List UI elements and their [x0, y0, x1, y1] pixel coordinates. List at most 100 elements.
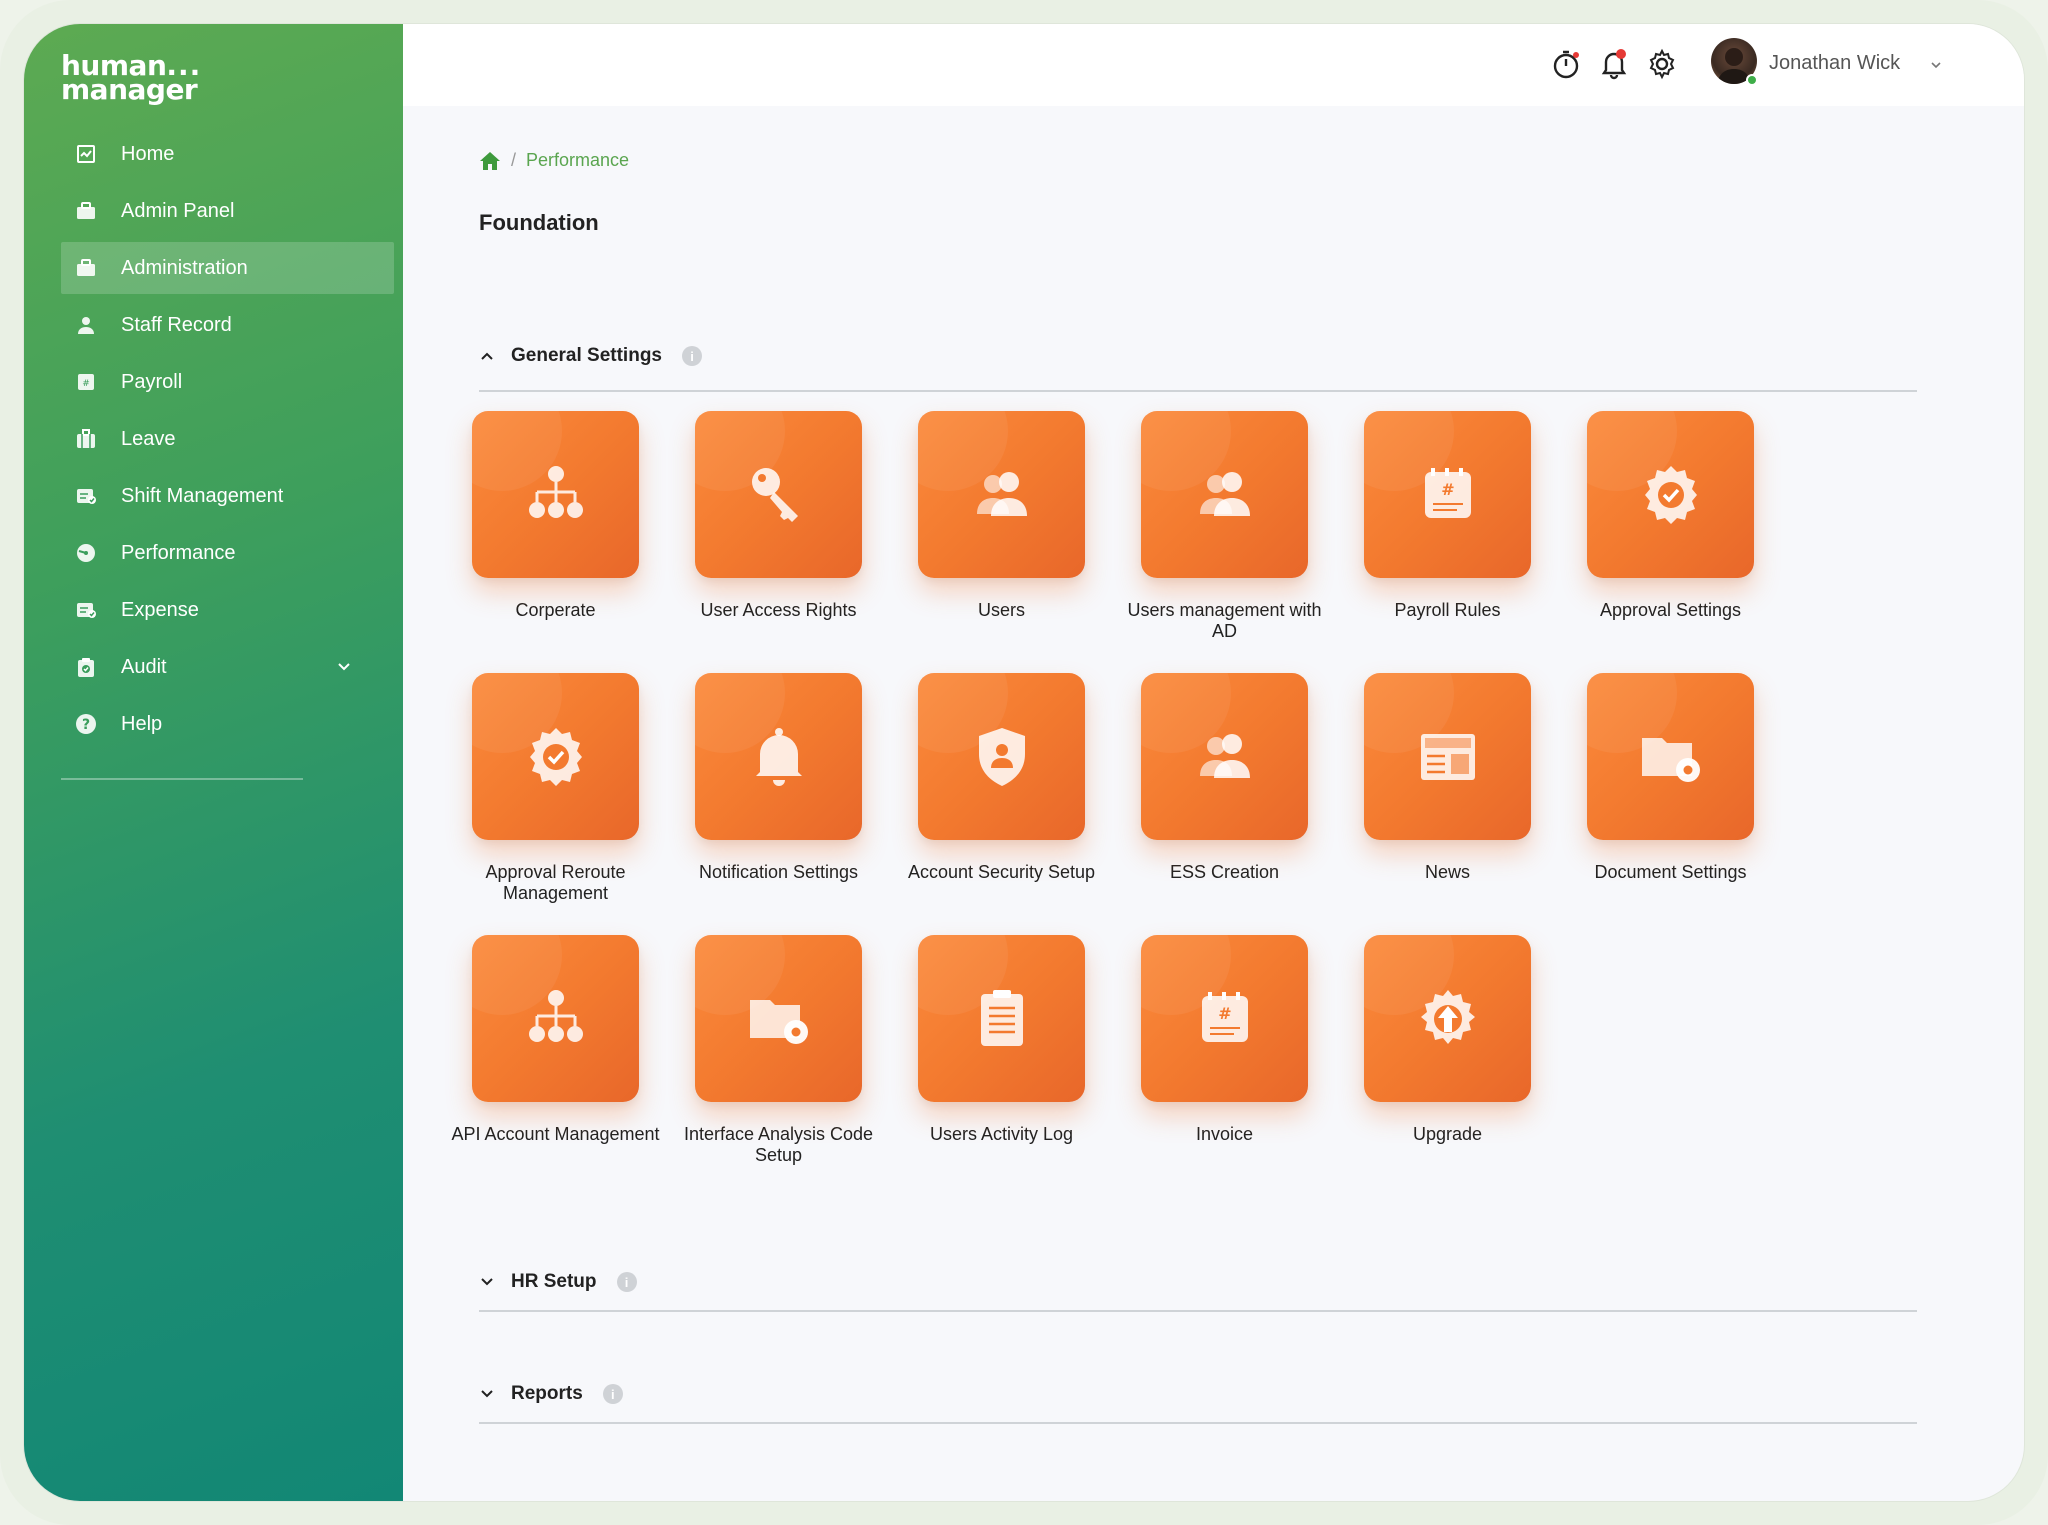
sidebar-item-label: Home — [121, 142, 175, 165]
tile-label: Approval Reroute Management — [485, 862, 626, 903]
tile-icon-box[interactable] — [472, 935, 639, 1102]
breadcrumb: / Performance — [479, 150, 629, 171]
tile-corperate[interactable]: Corperate — [444, 411, 667, 621]
tile-icon-box[interactable] — [1364, 935, 1531, 1102]
tile-users-management-with-ad[interactable]: Users management with AD — [1113, 411, 1336, 642]
svg-text:#: # — [82, 379, 90, 389]
sidebar-item-leave[interactable]: Leave — [61, 413, 394, 465]
shield-user-icon — [978, 727, 1025, 786]
sidebar-item-audit[interactable]: Audit — [61, 641, 394, 693]
briefcase-icon — [75, 257, 97, 279]
chevron-down-icon[interactable] — [334, 657, 354, 677]
timer-icon[interactable] — [1550, 48, 1582, 80]
tile-label: Upgrade — [1412, 1124, 1483, 1144]
chevron-down-icon[interactable] — [479, 1274, 495, 1290]
bell-icon[interactable] — [1598, 48, 1630, 80]
sidebar-item-label: Administration — [121, 256, 248, 279]
sidebar-item-administration[interactable]: Administration — [61, 242, 394, 294]
app-logo[interactable]: human... manager — [61, 52, 201, 104]
bell-icon — [755, 727, 802, 786]
tile-icon-box[interactable] — [918, 673, 1085, 840]
sidebar: human... manager Home Admin Panel Admini… — [24, 24, 403, 1501]
tile-icon-box[interactable] — [695, 935, 862, 1102]
briefcase-icon — [75, 200, 97, 222]
tile-icon-box[interactable] — [1587, 411, 1754, 578]
user-name[interactable]: Jonathan Wick — [1769, 52, 1900, 75]
settings-icon[interactable] — [1646, 48, 1678, 80]
tile-user-access-rights[interactable]: User Access Rights — [667, 411, 890, 621]
sidebar-item-home[interactable]: Home — [61, 128, 394, 180]
section-title: HR Setup — [511, 1271, 597, 1292]
main-content: / Performance Foundation General Setting… — [403, 106, 2024, 1501]
tile-label: News — [1424, 862, 1470, 882]
online-status-indicator — [1746, 74, 1758, 86]
info-icon[interactable]: i — [616, 1272, 637, 1292]
tile-icon-box[interactable] — [1141, 673, 1308, 840]
sidebar-item-help[interactable]: ? Help — [61, 698, 394, 750]
tile-users-activity-log[interactable]: Users Activity Log — [890, 935, 1113, 1145]
tile-approval-settings[interactable]: Approval Settings — [1559, 411, 1782, 621]
svg-text:?: ? — [82, 717, 90, 733]
sidebar-item-label: Performance — [121, 541, 236, 564]
tile-icon-box[interactable] — [918, 935, 1085, 1102]
tile-upgrade[interactable]: Upgrade — [1336, 935, 1559, 1145]
section-header[interactable]: Reports i — [479, 1374, 1917, 1414]
tile-icon-box[interactable] — [472, 411, 639, 578]
sidebar-item-label: Audit — [121, 655, 167, 678]
section-hr-setup: HR Setup i — [479, 1262, 1917, 1312]
newspaper-icon — [1420, 733, 1475, 780]
home-icon[interactable] — [479, 151, 501, 171]
section-reports: Reports i — [479, 1374, 1917, 1424]
clipboard-icon — [75, 656, 97, 678]
top-bar: Jonathan Wick — [403, 24, 2024, 106]
sidebar-item-shift-management[interactable]: Shift Management — [61, 470, 394, 522]
section-header[interactable]: General Settings i — [479, 336, 1917, 376]
tile-payroll-rules[interactable]: # Payroll Rules — [1336, 411, 1559, 621]
tile-icon-box[interactable]: # — [1364, 411, 1531, 578]
sidebar-item-performance[interactable]: Performance — [61, 527, 394, 579]
info-icon[interactable]: i — [682, 346, 702, 366]
sidebar-divider — [61, 778, 303, 780]
tile-label: Notification Settings — [698, 862, 859, 882]
info-icon[interactable]: i — [602, 1384, 623, 1404]
users-icon — [976, 471, 1027, 516]
expense-icon — [75, 599, 97, 621]
sidebar-item-staff-record[interactable]: Staff Record — [61, 299, 394, 351]
sidebar-item-expense[interactable]: Expense — [61, 584, 394, 636]
breadcrumb-current[interactable]: Performance — [526, 150, 629, 171]
folder-gear-icon — [1641, 737, 1700, 782]
sidebar-item-admin-panel[interactable]: Admin Panel — [61, 185, 394, 237]
chevron-up-icon[interactable] — [479, 348, 495, 364]
tile-news[interactable]: News — [1336, 673, 1559, 883]
tile-icon-box[interactable] — [472, 673, 639, 840]
chevron-down-icon[interactable] — [1929, 58, 1943, 72]
tile-label: Account Security Setup — [907, 862, 1096, 882]
tile-interface-analysis-code-setup[interactable]: Interface Analysis Code Setup — [667, 935, 890, 1166]
section-header[interactable]: HR Setup i — [479, 1262, 1917, 1302]
tile-icon-box[interactable] — [1141, 411, 1308, 578]
svg-text:#: # — [1218, 1004, 1231, 1023]
tile-icon-box[interactable] — [1587, 673, 1754, 840]
tile-users[interactable]: Users — [890, 411, 1113, 621]
sidebar-item-label: Shift Management — [121, 484, 284, 507]
tile-icon-box[interactable] — [695, 411, 862, 578]
badge-check-icon — [1644, 465, 1697, 524]
tile-label: User Access Rights — [700, 600, 857, 620]
tile-approval-reroute-management[interactable]: Approval Reroute Management — [444, 673, 667, 904]
tile-icon-box[interactable]: # — [1141, 935, 1308, 1102]
tile-document-settings[interactable]: Document Settings — [1559, 673, 1782, 883]
tile-notification-settings[interactable]: Notification Settings — [667, 673, 890, 883]
tile-icon-box[interactable] — [918, 411, 1085, 578]
tile-icon-box[interactable] — [1364, 673, 1531, 840]
folder-gear-icon — [749, 999, 808, 1044]
sidebar-item-payroll[interactable]: # Payroll — [61, 356, 394, 408]
tile-icon-box[interactable] — [695, 673, 862, 840]
tile-api-account-management[interactable]: API Account Management — [444, 935, 667, 1145]
sidebar-item-label: Payroll — [121, 370, 183, 393]
tile-invoice[interactable]: # Invoice — [1113, 935, 1336, 1145]
tile-account-security-setup[interactable]: Account Security Setup — [890, 673, 1113, 883]
section-general-settings: General Settings i — [479, 336, 1917, 392]
chevron-down-icon[interactable] — [479, 1386, 495, 1402]
tile-ess-creation[interactable]: ESS Creation — [1113, 673, 1336, 883]
tile-label: ESS Creation — [1169, 862, 1280, 882]
